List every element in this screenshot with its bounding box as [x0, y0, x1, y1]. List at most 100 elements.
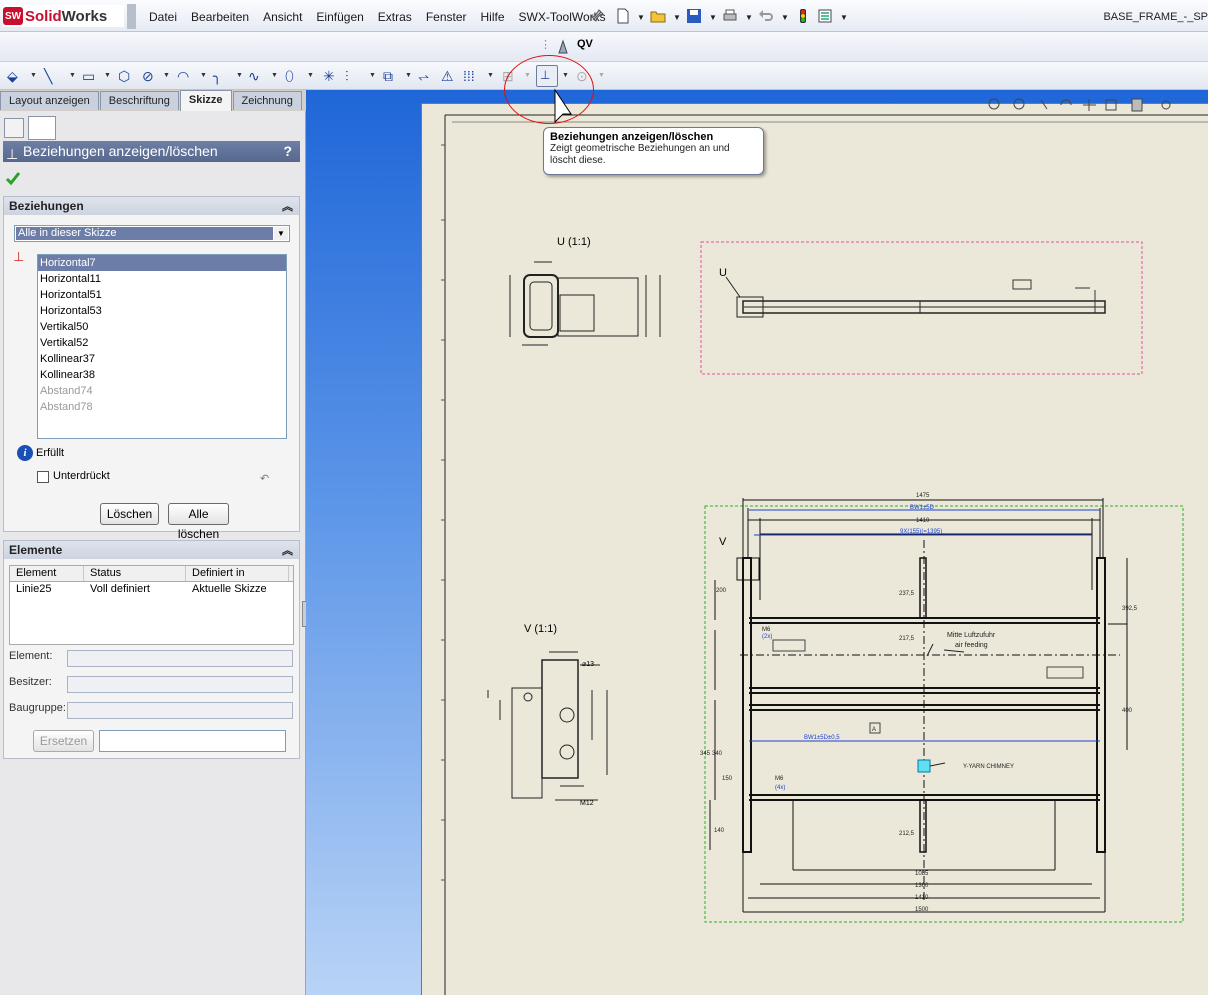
qv-button[interactable]: QV [577, 38, 593, 50]
relations-header-icon: ⊥ [6, 146, 19, 162]
list-item[interactable]: Kollinear37 [38, 351, 286, 367]
delete-button[interactable]: Löschen [100, 503, 159, 525]
suppressed-checkbox[interactable] [37, 471, 49, 483]
ok-checkmark-icon[interactable] [5, 170, 21, 186]
rectangle-dropdown-icon[interactable]: ▼ [104, 72, 111, 79]
pattern-icon[interactable]: ⁞⁞⁞ [463, 68, 475, 84]
new-document-icon[interactable] [615, 8, 631, 24]
list-item[interactable]: Horizontal11 [38, 271, 286, 287]
undo-icon[interactable] [758, 8, 774, 24]
tab-layout-anzeigen[interactable]: Layout anzeigen [0, 91, 99, 110]
logo-badge: SW [3, 7, 23, 25]
main-frame-view[interactable] [704, 498, 1184, 923]
list-item[interactable]: Vertikal50 [38, 319, 286, 335]
arc-icon[interactable]: ◠ [177, 68, 189, 84]
element-field[interactable] [67, 650, 293, 667]
detail-view-v[interactable] [487, 651, 608, 801]
save-icon[interactable] [686, 8, 702, 24]
feature-tree-tab-icon[interactable] [4, 118, 24, 138]
mirror-dropdown-icon[interactable]: ▼ [369, 72, 376, 79]
menu-datei[interactable]: Datei [142, 10, 184, 24]
point-icon[interactable]: ✳ [323, 68, 335, 84]
save-dropdown-icon[interactable]: ▼ [709, 13, 717, 22]
column-header[interactable]: Element [10, 566, 84, 581]
column-header[interactable]: Status [84, 566, 186, 581]
property-manager-tab-icon[interactable] [28, 116, 56, 140]
warning-icon[interactable]: ⚠ [441, 68, 454, 84]
open-dropdown-icon[interactable]: ▼ [673, 13, 681, 22]
relations-filter-select[interactable]: Alle in dieser Skizze ▼ [14, 225, 290, 242]
list-item[interactable]: Abstand74 [38, 383, 286, 399]
print-icon[interactable] [722, 8, 738, 24]
toolworks-icon[interactable] [556, 39, 570, 55]
pin-icon[interactable] [589, 8, 605, 24]
section-view-u[interactable] [700, 241, 1143, 375]
rectangle-icon[interactable]: ▭ [82, 68, 95, 84]
ellipse-dropdown-icon[interactable]: ▼ [307, 72, 314, 79]
options-dropdown-icon[interactable]: ▼ [840, 13, 848, 22]
offset-icon[interactable]: ⧉ [383, 68, 393, 84]
tab-beschriftung[interactable]: Beschriftung [99, 91, 179, 110]
print-dropdown-icon[interactable]: ▼ [745, 13, 753, 22]
chevron-down-icon[interactable]: ▼ [274, 227, 288, 240]
list-item[interactable]: Kollinear38 [38, 367, 286, 383]
undo-icon[interactable]: ↶ [260, 472, 269, 485]
repair-dropdown-icon[interactable]: ▼ [598, 72, 605, 79]
collapse-chevron-icon[interactable]: ︽ [282, 198, 293, 216]
menu-hilfe[interactable]: Hilfe [474, 10, 512, 24]
delete-all-button[interactable]: Alle löschen [168, 503, 229, 541]
element-label: Element: [9, 650, 53, 662]
owner-field[interactable] [67, 676, 293, 693]
list-item[interactable]: Abstand78 [38, 399, 286, 415]
pattern-dropdown-icon[interactable]: ▼ [487, 72, 494, 79]
menu-bearbeiten[interactable]: Bearbeiten [184, 10, 256, 24]
smart-dimension-icon[interactable]: ⬙ [7, 68, 18, 84]
mirror-icon[interactable]: ⫶ [345, 68, 349, 84]
ellipse-icon[interactable]: ⬯ [285, 68, 294, 84]
list-item[interactable]: Horizontal53 [38, 303, 286, 319]
elements-group-title[interactable]: Elemente ︽ [4, 541, 299, 559]
detail-view-u[interactable] [509, 261, 661, 346]
dimension-dropdown-icon[interactable]: ▼ [30, 72, 37, 79]
fillet-icon[interactable]: ╮ [213, 68, 221, 84]
list-item[interactable]: Horizontal7 [38, 255, 286, 271]
table-row[interactable]: Linie25 Voll definiert Aktuelle Skizze [10, 582, 293, 598]
menu-extras[interactable]: Extras [371, 10, 419, 24]
polygon-icon[interactable]: ⬡ [118, 68, 130, 84]
list-item[interactable]: Vertikal52 [38, 335, 286, 351]
assembly-field[interactable] [67, 702, 293, 719]
menu-ansicht[interactable]: Ansicht [256, 10, 309, 24]
options-icon[interactable] [817, 8, 833, 24]
column-header[interactable]: Definiert in [186, 566, 289, 581]
replace-button[interactable]: Ersetzen [33, 730, 94, 752]
tab-skizze[interactable]: Skizze [179, 90, 232, 111]
list-item[interactable]: Horizontal51 [38, 287, 286, 303]
line-dropdown-icon[interactable]: ▼ [69, 72, 76, 79]
solidworks-logo[interactable]: SW SolidWorks [3, 5, 124, 27]
help-button[interactable]: ? [283, 141, 292, 162]
trim-icon[interactable]: ⥋ [418, 68, 429, 84]
rebuild-traffic-light-icon[interactable] [795, 8, 811, 24]
spline-icon[interactable]: ∿ [248, 68, 260, 84]
offset-dropdown-icon[interactable]: ▼ [405, 72, 412, 79]
undo-dropdown-icon[interactable]: ▼ [781, 13, 789, 22]
menu-fenster[interactable]: Fenster [419, 10, 474, 24]
new-dropdown-icon[interactable]: ▼ [637, 13, 645, 22]
collapse-chevron-icon[interactable]: ︽ [282, 542, 293, 560]
circle-dropdown-icon[interactable]: ▼ [163, 72, 170, 79]
relations-group-title[interactable]: Beziehungen ︽ [4, 197, 299, 215]
tab-zeichnung[interactable]: Zeichnung [232, 91, 302, 110]
drawing-canvas[interactable]: U (1:1) U V (1:1) ⌀13 M12 V 1475 1410 BW… [422, 104, 1208, 995]
menu-einfuegen[interactable]: Einfügen [309, 10, 370, 24]
relations-list[interactable]: Horizontal7 Horizontal11 Horizontal51 Ho… [37, 254, 287, 439]
circle-icon[interactable]: ⊘ [142, 68, 154, 84]
fillet-dropdown-icon[interactable]: ▼ [236, 72, 243, 79]
open-folder-icon[interactable] [650, 8, 666, 24]
line-icon[interactable]: ╲ [44, 68, 52, 84]
relations-group: Beziehungen ︽ Alle in dieser Skizze ▼ ⊥ … [3, 196, 300, 541]
spline-dropdown-icon[interactable]: ▼ [271, 72, 278, 79]
replace-input[interactable] [99, 730, 286, 752]
arc-dropdown-icon[interactable]: ▼ [200, 72, 207, 79]
sketch-toolbar: ⬙ ▼ ╲ ▼ ▭ ▼ ⬡ ⊘ ▼ ◠ ▼ ╮ ▼ ∿ ▼ ⬯ ▼ ✳ ⫶ ▼ … [0, 62, 1208, 90]
logo-text-part2: Works [61, 7, 108, 25]
